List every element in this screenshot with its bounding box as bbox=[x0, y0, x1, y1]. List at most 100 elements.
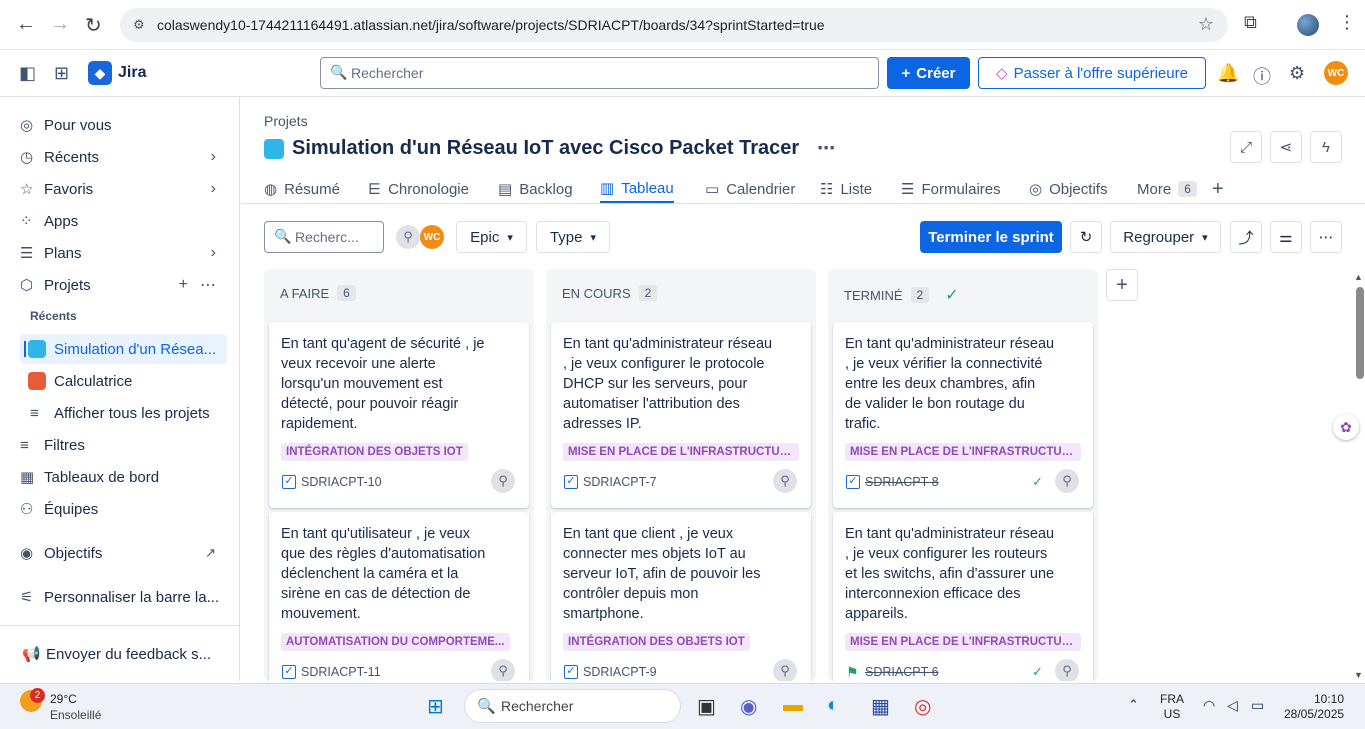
bookmark-star-icon[interactable]: ☆ bbox=[1198, 14, 1214, 35]
chevron-right-icon[interactable]: › bbox=[211, 180, 216, 198]
more-actions-icon[interactable]: ⋯ bbox=[817, 138, 835, 159]
site-info-icon[interactable]: ⚙ bbox=[133, 17, 145, 33]
automation-lightning-icon[interactable]: ϟ bbox=[1310, 131, 1342, 163]
sidebar-project-simulation[interactable]: Simulation d'un Résea... bbox=[20, 334, 227, 364]
sidebar-item-for-you[interactable]: ◎ Pour vous bbox=[20, 110, 230, 140]
add-column-plus-icon[interactable]: + bbox=[1106, 269, 1138, 301]
sidebar-item-teams[interactable]: ⚇ Équipes bbox=[20, 494, 230, 524]
issue-key[interactable]: SDRIACPT-6 bbox=[865, 665, 939, 679]
assignee-avatar[interactable]: ⚲ bbox=[773, 659, 797, 681]
insights-chart-icon[interactable]: ⤴ bbox=[1230, 221, 1262, 253]
issue-key[interactable]: SDRIACPT-9 bbox=[583, 665, 657, 679]
jira-logo-icon[interactable]: ◆ bbox=[88, 61, 112, 85]
task-view-icon[interactable]: ▣ bbox=[697, 694, 716, 719]
feedback-button[interactable]: 📢 Envoyer du feedback s... bbox=[22, 639, 232, 669]
language-indicator[interactable]: FRA US bbox=[1160, 692, 1184, 722]
issue-card[interactable]: En tant qu'utilisateur , je veux que des… bbox=[269, 512, 529, 681]
assistant-brain-icon[interactable]: ✿ bbox=[1333, 414, 1359, 440]
chat-app-icon[interactable]: ◉ bbox=[740, 694, 757, 719]
unassigned-avatar[interactable]: ⚲ bbox=[396, 225, 420, 249]
sidebar-item-projects[interactable]: ⬡ Projets + ⋯ bbox=[20, 270, 230, 300]
breadcrumb[interactable]: Projets bbox=[264, 113, 308, 129]
volume-icon[interactable]: ◁ bbox=[1227, 697, 1238, 714]
chevron-right-icon[interactable]: › bbox=[211, 148, 216, 166]
issue-card[interactable]: En tant qu'agent de sécurité , je veux r… bbox=[269, 322, 529, 508]
assignee-avatar[interactable]: ⚲ bbox=[1055, 469, 1079, 493]
add-tab-plus-icon[interactable]: + bbox=[1212, 175, 1224, 203]
sidebar-item-apps[interactable]: ⁘ Apps bbox=[20, 206, 230, 236]
user-filter-avatar[interactable]: WC bbox=[420, 225, 444, 249]
temperature[interactable]: 29°C bbox=[50, 692, 77, 706]
browser-menu-icon[interactable]: ⋮ bbox=[1338, 12, 1356, 33]
notifications-bell-icon[interactable]: 🔔 bbox=[1217, 63, 1239, 84]
tab-forms[interactable]: ☰ Formulaires bbox=[901, 175, 1001, 203]
reload-icon[interactable]: ↻ bbox=[85, 13, 102, 38]
wifi-icon[interactable]: ◠ bbox=[1203, 697, 1215, 714]
sidebar-all-projects[interactable]: ≡ Afficher tous les projets bbox=[20, 398, 230, 428]
group-by-button[interactable]: Regrouper ▾ bbox=[1110, 221, 1221, 253]
sidebar-item-recent[interactable]: ◷ Récents › bbox=[20, 142, 230, 172]
help-icon[interactable]: ⓘ bbox=[1253, 63, 1271, 89]
global-search-input[interactable]: 🔍 Rechercher bbox=[320, 57, 879, 89]
sidebar-item-customize[interactable]: ⚟ Personnaliser la barre la... bbox=[20, 582, 230, 612]
chrome-browser-icon[interactable]: ◎ bbox=[914, 694, 931, 719]
board-search-input[interactable]: 🔍 Recherc... bbox=[264, 221, 384, 253]
assignee-avatar[interactable]: ⚲ bbox=[491, 659, 515, 681]
user-avatar[interactable]: WC bbox=[1324, 61, 1348, 85]
refresh-icon[interactable]: ↻ bbox=[1070, 221, 1102, 253]
battery-icon[interactable]: ▭ bbox=[1251, 697, 1264, 714]
file-explorer-icon[interactable]: ▬ bbox=[783, 694, 803, 717]
forward-icon[interactable]: → bbox=[50, 13, 70, 36]
upgrade-button[interactable]: ◇ Passer à l'offre supérieure bbox=[978, 57, 1206, 89]
app-name[interactable]: Jira bbox=[118, 64, 146, 82]
profile-avatar[interactable] bbox=[1297, 14, 1319, 36]
more-options-icon[interactable]: ⋯ bbox=[1310, 221, 1342, 253]
extensions-icon[interactable]: ⧉ bbox=[1244, 12, 1257, 33]
more-options-icon[interactable]: ⋯ bbox=[200, 275, 216, 295]
chevron-right-icon[interactable]: › bbox=[211, 244, 216, 262]
settings-gear-icon[interactable]: ⚙ bbox=[1289, 63, 1305, 84]
view-settings-icon[interactable]: ⚌ bbox=[1270, 221, 1302, 253]
assignee-avatar[interactable]: ⚲ bbox=[1055, 659, 1079, 681]
sidebar-item-filters[interactable]: ≡ Filtres bbox=[20, 430, 230, 460]
tab-board[interactable]: ▥ Tableau bbox=[600, 175, 674, 203]
tray-overflow-chevron-icon[interactable]: ⌃ bbox=[1128, 697, 1139, 713]
scrollbar-thumb[interactable] bbox=[1356, 287, 1364, 379]
issue-card[interactable]: En tant qu'administrateur réseau , je ve… bbox=[833, 512, 1093, 681]
scroll-up-icon[interactable]: ▲ bbox=[1354, 272, 1363, 282]
issue-key[interactable]: SDRIACPT-11 bbox=[301, 665, 381, 679]
issue-key[interactable]: SDRIACPT-10 bbox=[301, 475, 382, 489]
sidebar-item-dashboards[interactable]: ▦ Tableaux de bord bbox=[20, 462, 230, 492]
tab-timeline[interactable]: ⋿ Chronologie bbox=[368, 175, 469, 203]
weather-label[interactable]: Ensoleillé bbox=[50, 708, 101, 722]
create-button[interactable]: + Créer bbox=[887, 57, 970, 89]
tab-goals[interactable]: ◎ Objectifs bbox=[1029, 175, 1107, 203]
share-icon[interactable]: ⋖ bbox=[1270, 131, 1302, 163]
tab-summary[interactable]: ◍ Résumé bbox=[264, 175, 340, 203]
clock[interactable]: 10:10 28/05/2025 bbox=[1284, 692, 1344, 722]
epic-filter-button[interactable]: Epic ▾ bbox=[456, 221, 527, 253]
tab-backlog[interactable]: ▤ Backlog bbox=[498, 175, 573, 203]
issue-key[interactable]: SDRIACPT-7 bbox=[583, 475, 657, 489]
issue-key[interactable]: SDRIACPT-8 bbox=[865, 475, 939, 489]
external-link-icon[interactable]: ↗ bbox=[205, 545, 216, 561]
issue-card[interactable]: En tant qu'administrateur réseau , je ve… bbox=[833, 322, 1093, 508]
assignee-avatar[interactable]: ⚲ bbox=[491, 469, 515, 493]
sidebar-item-goals[interactable]: ◉ Objectifs ↗ bbox=[20, 538, 230, 568]
assignee-avatar[interactable]: ⚲ bbox=[773, 469, 797, 493]
complete-sprint-button[interactable]: Terminer le sprint bbox=[920, 221, 1062, 253]
tab-list[interactable]: ☷ Liste bbox=[820, 175, 872, 203]
sidebar-project-calculatrice[interactable]: Calculatrice bbox=[20, 366, 230, 396]
tab-more[interactable]: More 6 bbox=[1137, 175, 1197, 203]
tab-calendar[interactable]: ▭ Calendrier bbox=[705, 175, 795, 203]
sidebar-item-plans[interactable]: ☰ Plans › bbox=[20, 238, 230, 268]
sidebar-toggle-icon[interactable]: ◧ bbox=[19, 63, 36, 84]
issue-card[interactable]: En tant que client , je veux connecter m… bbox=[551, 512, 811, 681]
issue-card[interactable]: En tant qu'administrateur réseau , je ve… bbox=[551, 322, 811, 508]
back-icon[interactable]: ← bbox=[16, 13, 36, 36]
type-filter-button[interactable]: Type ▾ bbox=[536, 221, 610, 253]
add-project-icon[interactable]: + bbox=[179, 276, 188, 294]
scroll-down-icon[interactable]: ▼ bbox=[1354, 670, 1363, 680]
sidebar-item-favorites[interactable]: ☆ Favoris › bbox=[20, 174, 230, 204]
fullscreen-icon[interactable]: ⤢ bbox=[1230, 131, 1262, 163]
